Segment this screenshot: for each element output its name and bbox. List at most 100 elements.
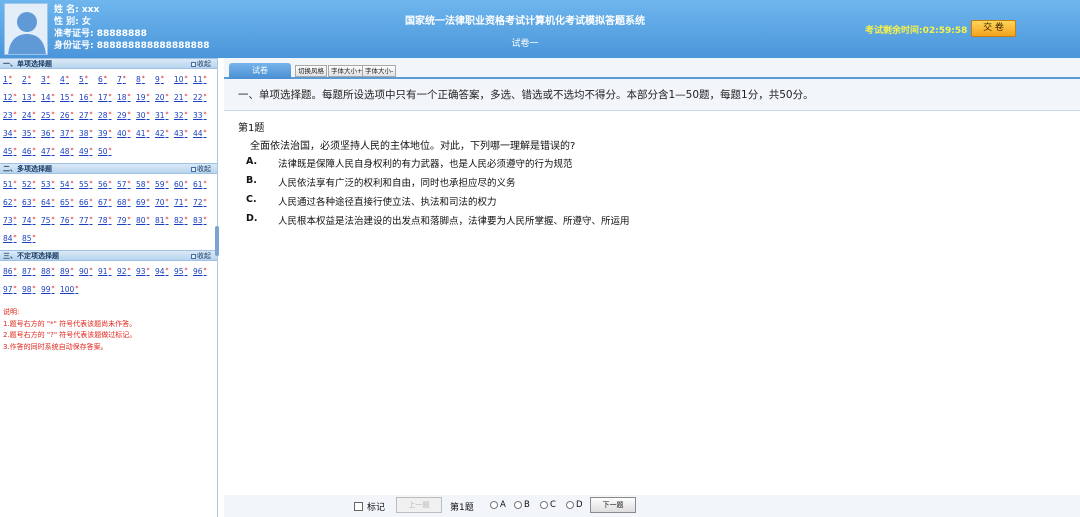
question-link[interactable]: 75* bbox=[41, 212, 60, 230]
question-link[interactable]: 80* bbox=[136, 212, 155, 230]
question-link[interactable]: 69* bbox=[136, 194, 155, 212]
question-link[interactable]: 91* bbox=[98, 263, 117, 281]
question-link[interactable]: 34* bbox=[3, 125, 22, 143]
question-link[interactable]: 56* bbox=[98, 176, 117, 194]
answer-radio-c[interactable]: C bbox=[540, 500, 556, 510]
question-link[interactable]: 35* bbox=[22, 125, 41, 143]
question-link[interactable]: 26* bbox=[60, 107, 79, 125]
answer-radio-d[interactable]: D bbox=[566, 500, 583, 510]
question-link[interactable]: 2* bbox=[22, 71, 41, 89]
question-link[interactable]: 49* bbox=[79, 143, 98, 161]
question-link[interactable]: 29* bbox=[117, 107, 136, 125]
question-link[interactable]: 50* bbox=[98, 143, 117, 161]
question-link[interactable]: 25* bbox=[41, 107, 60, 125]
question-link[interactable]: 96* bbox=[193, 263, 212, 281]
mark-checkbox[interactable] bbox=[354, 502, 363, 511]
radio-circle[interactable] bbox=[514, 501, 522, 509]
question-link[interactable]: 21* bbox=[174, 89, 193, 107]
radio-circle[interactable] bbox=[566, 501, 574, 509]
question-link[interactable]: 27* bbox=[79, 107, 98, 125]
question-link[interactable]: 41* bbox=[136, 125, 155, 143]
question-link[interactable]: 44* bbox=[193, 125, 212, 143]
question-link[interactable]: 59* bbox=[155, 176, 174, 194]
question-link[interactable]: 89* bbox=[60, 263, 79, 281]
question-link[interactable]: 7* bbox=[117, 71, 136, 89]
question-link[interactable]: 20* bbox=[155, 89, 174, 107]
question-link[interactable]: 38* bbox=[79, 125, 98, 143]
collapse-button[interactable]: 收起 bbox=[191, 164, 211, 174]
tab-paper[interactable]: 试卷 bbox=[229, 63, 291, 79]
question-link[interactable]: 60* bbox=[174, 176, 193, 194]
question-link[interactable]: 13* bbox=[22, 89, 41, 107]
question-link[interactable]: 63* bbox=[22, 194, 41, 212]
question-link[interactable]: 74* bbox=[22, 212, 41, 230]
question-link[interactable]: 42* bbox=[155, 125, 174, 143]
question-link[interactable]: 15* bbox=[60, 89, 79, 107]
collapse-button[interactable]: 收起 bbox=[191, 251, 211, 261]
question-link[interactable]: 37* bbox=[60, 125, 79, 143]
submit-exam-button[interactable]: 交 卷 bbox=[971, 20, 1016, 37]
question-link[interactable]: 62* bbox=[3, 194, 22, 212]
font-larger-button[interactable]: 字体大小+ bbox=[328, 65, 366, 77]
option-c[interactable]: C. 人民通过各种途径直接行使立法、执法和司法的权力 bbox=[246, 194, 497, 208]
question-link[interactable]: 67* bbox=[98, 194, 117, 212]
question-link[interactable]: 17* bbox=[98, 89, 117, 107]
question-link[interactable]: 72* bbox=[193, 194, 212, 212]
question-link[interactable]: 28* bbox=[98, 107, 117, 125]
font-smaller-button[interactable]: 字体大小- bbox=[362, 65, 397, 77]
question-link[interactable]: 88* bbox=[41, 263, 60, 281]
question-link[interactable]: 22* bbox=[193, 89, 212, 107]
question-link[interactable]: 90* bbox=[79, 263, 98, 281]
question-link[interactable]: 16* bbox=[79, 89, 98, 107]
question-link[interactable]: 8* bbox=[136, 71, 155, 89]
question-link[interactable]: 70* bbox=[155, 194, 174, 212]
question-link[interactable]: 19* bbox=[136, 89, 155, 107]
question-link[interactable]: 76* bbox=[60, 212, 79, 230]
radio-circle[interactable] bbox=[540, 501, 548, 509]
question-link[interactable]: 99* bbox=[41, 281, 60, 299]
question-link[interactable]: 32* bbox=[174, 107, 193, 125]
switch-style-button[interactable]: 切换风格 bbox=[295, 65, 327, 77]
question-link[interactable]: 40* bbox=[117, 125, 136, 143]
collapse-button[interactable]: 收起 bbox=[191, 59, 211, 69]
question-link[interactable]: 23* bbox=[3, 107, 22, 125]
question-link[interactable]: 93* bbox=[136, 263, 155, 281]
question-link[interactable]: 10* bbox=[174, 71, 193, 89]
question-link[interactable]: 11* bbox=[193, 71, 212, 89]
question-link[interactable]: 36* bbox=[41, 125, 60, 143]
question-link[interactable]: 43* bbox=[174, 125, 193, 143]
question-link[interactable]: 81* bbox=[155, 212, 174, 230]
question-link[interactable]: 64* bbox=[41, 194, 60, 212]
question-link[interactable]: 83* bbox=[193, 212, 212, 230]
mark-toggle[interactable]: 标记 bbox=[354, 500, 385, 513]
question-link[interactable]: 6* bbox=[98, 71, 117, 89]
question-link[interactable]: 48* bbox=[60, 143, 79, 161]
question-link[interactable]: 18* bbox=[117, 89, 136, 107]
question-link[interactable]: 78* bbox=[98, 212, 117, 230]
question-link[interactable]: 66* bbox=[79, 194, 98, 212]
question-link[interactable]: 98* bbox=[22, 281, 41, 299]
question-link[interactable]: 77* bbox=[79, 212, 98, 230]
answer-radio-b[interactable]: B bbox=[514, 500, 530, 510]
question-link[interactable]: 52* bbox=[22, 176, 41, 194]
question-link[interactable]: 85* bbox=[22, 230, 41, 248]
question-link[interactable]: 54* bbox=[60, 176, 79, 194]
question-link[interactable]: 5* bbox=[79, 71, 98, 89]
question-link[interactable]: 31* bbox=[155, 107, 174, 125]
question-link[interactable]: 3* bbox=[41, 71, 60, 89]
option-d[interactable]: D. 人民根本权益是法治建设的出发点和落脚点，法律要为人民所掌握、所遵守、所运用 bbox=[246, 213, 630, 227]
question-link[interactable]: 24* bbox=[22, 107, 41, 125]
question-link[interactable]: 100* bbox=[60, 281, 79, 299]
next-question-button[interactable]: 下一题 bbox=[590, 497, 636, 513]
question-link[interactable]: 58* bbox=[136, 176, 155, 194]
question-link[interactable]: 68* bbox=[117, 194, 136, 212]
question-link[interactable]: 55* bbox=[79, 176, 98, 194]
option-a[interactable]: A. 法律既是保障人民自身权利的有力武器，也是人民必须遵守的行为规范 bbox=[246, 156, 573, 170]
question-link[interactable]: 73* bbox=[3, 212, 22, 230]
question-link[interactable]: 30* bbox=[136, 107, 155, 125]
question-link[interactable]: 86* bbox=[3, 263, 22, 281]
question-link[interactable]: 97* bbox=[3, 281, 22, 299]
panel-resize-handle[interactable] bbox=[215, 226, 219, 256]
question-link[interactable]: 46* bbox=[22, 143, 41, 161]
question-link[interactable]: 47* bbox=[41, 143, 60, 161]
